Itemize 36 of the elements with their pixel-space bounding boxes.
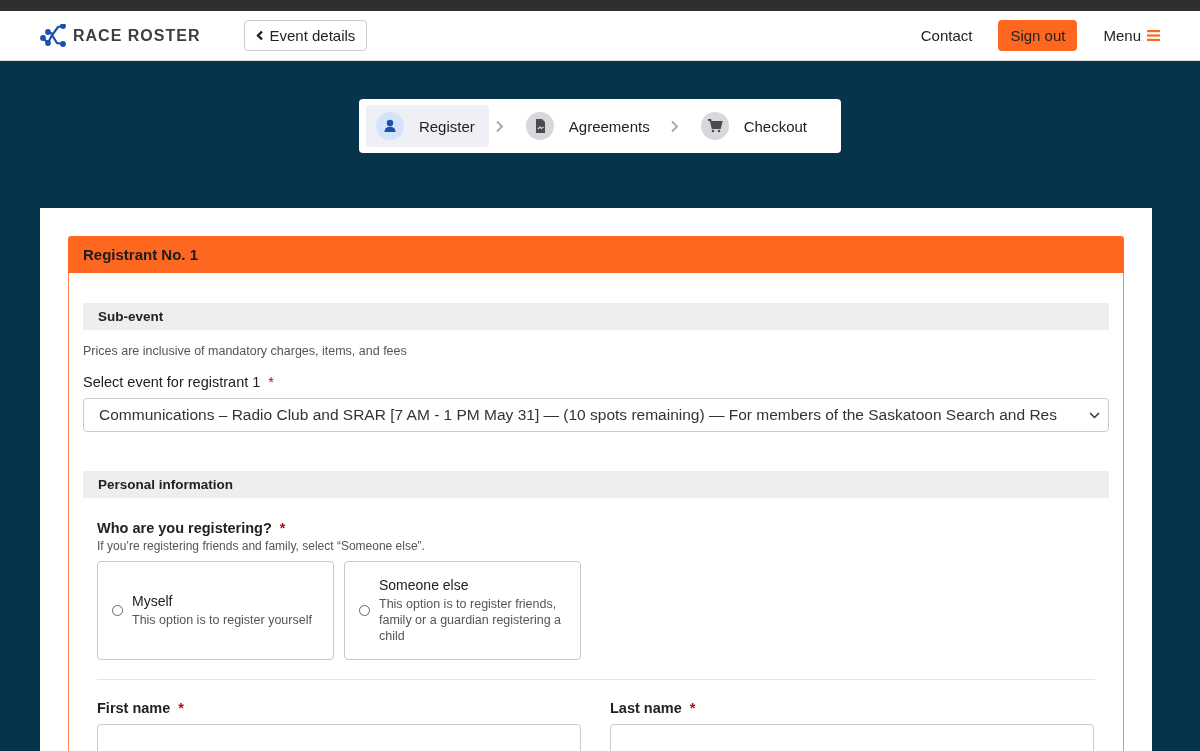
cart-icon [700,112,729,140]
contact-link[interactable]: Contact [920,27,973,44]
chevron-icon [494,119,504,133]
option-card[interactable]: Myself This option is to register yourself [97,561,334,660]
field-label: Last name [610,700,682,716]
required-mark: * [279,520,286,536]
chevron-icon [669,119,679,133]
menu-button[interactable]: Menu [1103,27,1160,44]
chevron-left-icon [256,30,265,41]
input-field[interactable] [97,724,581,751]
input-field[interactable] [610,724,1094,751]
price-note: Prices are inclusive of mandatory charges, items, and fees [83,344,408,358]
event-details-button[interactable]: Event details [244,20,368,51]
required-mark: * [689,700,696,716]
person-icon [375,112,404,140]
section-heading: Personal information [83,471,1109,498]
sign-out-button[interactable]: Sign out [998,20,1078,51]
step-tab[interactable]: Checkout [690,105,822,147]
option-card[interactable]: Someone else This option is to register friends, family or a guardian registering a child [344,561,581,660]
step-tab[interactable]: Agreements [515,105,664,147]
document-icon [525,112,554,140]
required-mark: * [268,374,274,390]
field-label: Select event for registrant 1 [83,374,261,390]
section-heading: Sub-event [83,303,1109,330]
radio-button[interactable] [359,605,370,616]
required-mark: * [178,700,184,716]
radio-button[interactable] [112,605,123,616]
hint-text: If you’re registering friends and family, select “Someone else”. [97,539,426,553]
logo-text: RACE ROSTER [73,26,201,45]
registrant-heading: Registrant No. 1 [68,236,1124,273]
step-tab[interactable]: Register [365,105,489,147]
question-label: Who are you registering? [97,520,272,536]
event-select[interactable]: Communications – Radio Club and SRAR [7 AM - 1 PM May 31] — (10 spots remaining) — For members of the Saskatoon Search and Res [83,398,1109,432]
logo-icon [40,23,66,48]
field-label: First name [97,700,171,716]
menu-icon [1147,30,1160,41]
